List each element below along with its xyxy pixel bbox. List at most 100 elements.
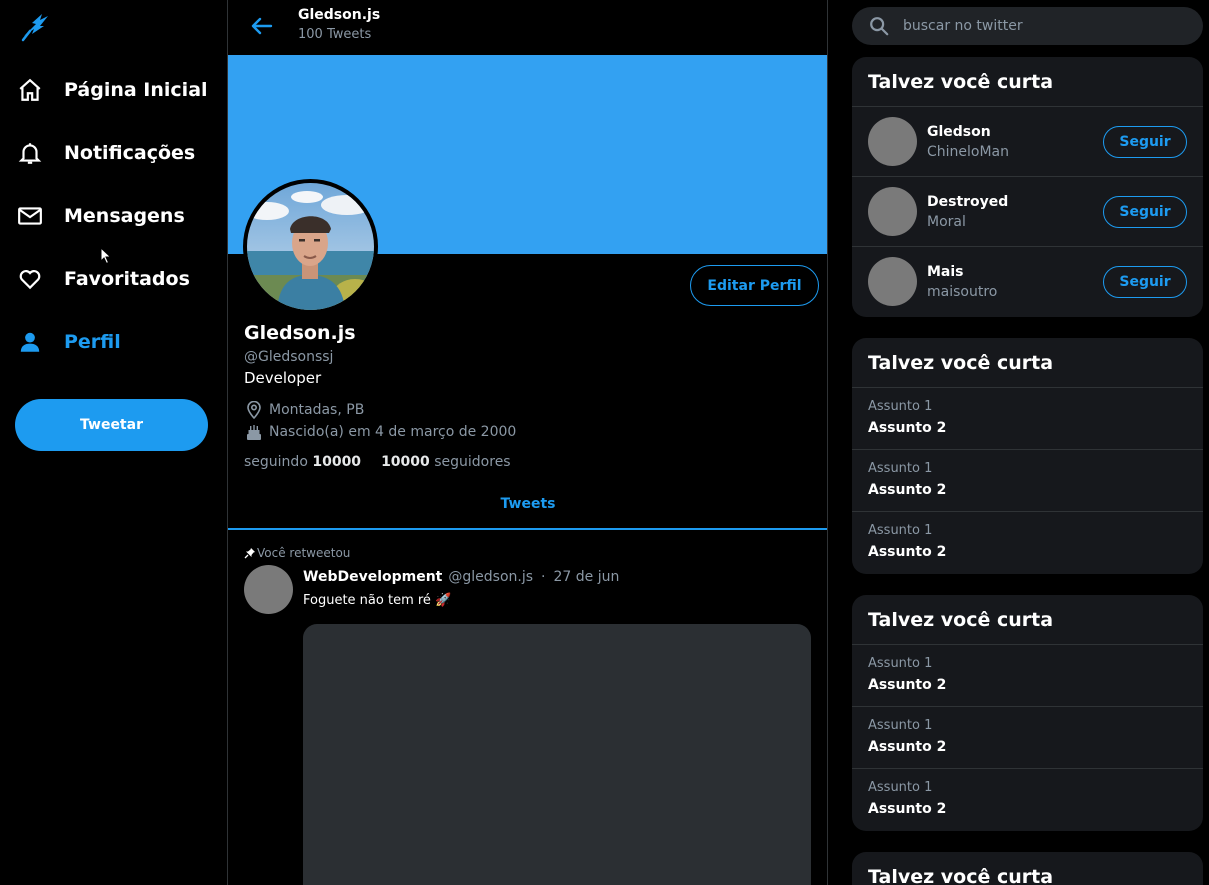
topic-line-2: Assunto 2 (868, 544, 947, 560)
topic-line-2: Assunto 2 (868, 801, 947, 817)
pin-icon (244, 547, 256, 559)
bird-logo-icon[interactable] (20, 10, 52, 42)
suggestion-handle: Moral (927, 214, 966, 230)
topic-item[interactable]: Assunto 1 Assunto 2 (852, 512, 1203, 574)
followers-label: seguidores (434, 454, 511, 470)
tweet-author-name[interactable]: WebDevelopment (303, 569, 442, 585)
followers-count: 10000 (381, 454, 430, 470)
topic-line-1: Assunto 1 (868, 461, 933, 476)
nav-item-notifications[interactable]: Notificações (16, 133, 195, 173)
nav-label-notifications: Notificações (64, 142, 196, 164)
topic-line-2: Assunto 2 (868, 482, 947, 498)
follow-button[interactable]: Seguir (1103, 126, 1187, 158)
profile-name: Gledson.js (244, 322, 356, 344)
following-stat[interactable]: seguindo 10000 (244, 454, 361, 470)
nav-label-favorites: Favoritados (64, 268, 190, 290)
edit-profile-button[interactable]: Editar Perfil (690, 265, 819, 306)
topic-item[interactable]: Assunto 1 Assunto 2 (852, 707, 1203, 769)
nav-item-profile[interactable]: Perfil (16, 322, 121, 362)
topic-line-1: Assunto 1 (868, 399, 933, 414)
profile-header: Gledson.js 100 Tweets (228, 0, 827, 55)
following-label: seguindo (244, 454, 308, 470)
suggestion-name: Gledson (927, 124, 991, 140)
topic-line-2: Assunto 2 (868, 420, 947, 436)
avatar (868, 257, 917, 306)
follow-suggestion[interactable]: Destroyed Moral Seguir (852, 177, 1203, 247)
header-profile-name: Gledson.js (298, 7, 381, 23)
topic-line-1: Assunto 1 (868, 718, 933, 733)
panel-title: Talvez você curta (852, 57, 1203, 107)
profile-location: Montadas, PB (244, 400, 364, 420)
who-to-follow-panel: Talvez você curta Gledson ChineloMan Seg… (852, 57, 1203, 317)
suggestion-handle: maisoutro (927, 284, 998, 300)
suggestion-name: Mais (927, 264, 964, 280)
panel-title: Talvez você curta (852, 338, 1203, 388)
left-sidebar: Página Inicial Notificações Mensagens Fa… (0, 0, 227, 885)
nav-item-messages[interactable]: Mensagens (16, 196, 185, 236)
back-arrow-icon[interactable] (248, 12, 276, 40)
tweet-media[interactable] (303, 624, 811, 885)
search-bar[interactable] (852, 7, 1203, 45)
nav-label-messages: Mensagens (64, 205, 185, 227)
search-icon (867, 14, 891, 38)
nav-label-profile: Perfil (64, 331, 121, 353)
nav-label-home: Página Inicial (64, 79, 208, 101)
profile-location-text: Montadas, PB (269, 402, 365, 418)
topic-line-1: Assunto 1 (868, 656, 933, 671)
heart-icon (16, 265, 44, 293)
topic-line-2: Assunto 2 (868, 739, 947, 755)
profile-bio: Developer (244, 369, 322, 387)
profile-column: Gledson.js 100 Tweets Editar Perfil Gled… (227, 0, 828, 885)
retweet-label: Você retweetou (257, 546, 351, 560)
profile-birthdate: Nascido(a) em 4 de março de 2000 (244, 422, 516, 442)
tweet-author-avatar[interactable] (244, 565, 293, 614)
suggestion-handle: ChineloMan (927, 144, 1010, 160)
bell-icon (16, 139, 44, 167)
topic-line-2: Assunto 2 (868, 677, 947, 693)
topics-panel: Talvez você curta Assunto 1 Assunto 2 As… (852, 338, 1203, 574)
follow-suggestion[interactable]: Gledson ChineloMan Seguir (852, 107, 1203, 177)
topic-item[interactable]: Assunto 1 Assunto 2 (852, 388, 1203, 450)
following-count: 10000 (312, 454, 362, 470)
tweet-author-handle: @gledson.js (448, 569, 534, 585)
topic-item[interactable]: Assunto 1 Assunto 2 (852, 769, 1203, 831)
home-icon (16, 76, 44, 104)
topics-panel: Talvez você curta (852, 852, 1203, 885)
tweet-header: WebDevelopment @gledson.js · 27 de jun (303, 569, 619, 585)
follow-stats: seguindo 10000 10000 seguidores (244, 454, 511, 470)
location-pin-icon (244, 400, 264, 420)
follow-button[interactable]: Seguir (1103, 196, 1187, 228)
panel-title: Talvez você curta (852, 852, 1203, 885)
retweet-indicator: Você retweetou (244, 546, 350, 560)
topic-item[interactable]: Assunto 1 Assunto 2 (852, 450, 1203, 512)
panel-title: Talvez você curta (852, 595, 1203, 645)
profile-tabs: Tweets (228, 488, 827, 530)
user-icon (16, 328, 44, 356)
tweet-separator: · (541, 569, 546, 585)
followers-stat[interactable]: 10000 seguidores (381, 454, 511, 470)
search-input[interactable] (903, 18, 1183, 34)
profile-handle: @Gledsonssj (244, 349, 334, 365)
tab-tweets[interactable]: Tweets (228, 496, 827, 512)
mail-icon (16, 202, 44, 230)
topic-line-1: Assunto 1 (868, 523, 933, 538)
birthday-cake-icon (244, 422, 264, 442)
topic-item[interactable]: Assunto 1 Assunto 2 (852, 645, 1203, 707)
mouse-cursor-icon (100, 246, 112, 269)
avatar (868, 117, 917, 166)
profile-birthdate-text: Nascido(a) em 4 de março de 2000 (269, 424, 517, 440)
avatar (868, 187, 917, 236)
header-tweet-count: 100 Tweets (298, 27, 372, 42)
tweet-button[interactable]: Tweetar (15, 399, 208, 451)
profile-avatar[interactable] (243, 179, 378, 314)
topics-panel: Talvez você curta Assunto 1 Assunto 2 As… (852, 595, 1203, 831)
topic-line-1: Assunto 1 (868, 780, 933, 795)
suggestion-name: Destroyed (927, 194, 1009, 210)
tweet-date[interactable]: 27 de jun (554, 569, 620, 585)
nav-item-home[interactable]: Página Inicial (16, 70, 208, 110)
tweet-text: Foguete não tem ré 🚀 (303, 593, 452, 608)
follow-suggestion[interactable]: Mais maisoutro Seguir (852, 247, 1203, 317)
profile-photo (247, 183, 374, 310)
right-sidebar: Talvez você curta Gledson ChineloMan Seg… (828, 0, 1209, 885)
follow-button[interactable]: Seguir (1103, 266, 1187, 298)
